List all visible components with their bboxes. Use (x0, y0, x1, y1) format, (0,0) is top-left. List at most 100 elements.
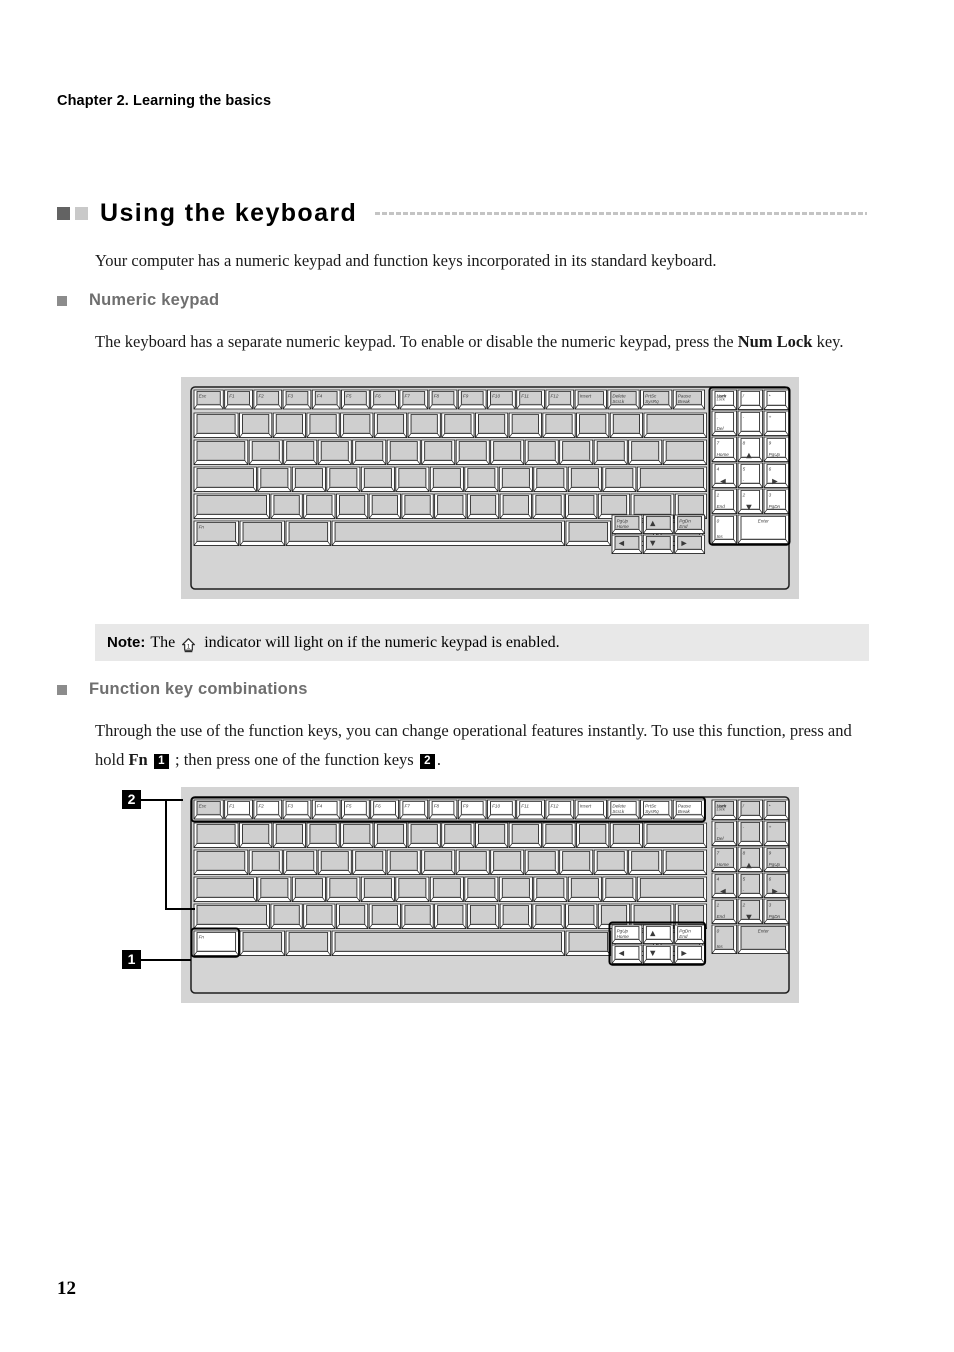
svg-text:SysRq: SysRq (645, 809, 659, 814)
note-box: Note: The 1 indicator will light on if t… (95, 624, 869, 661)
svg-text:F7: F7 (404, 803, 410, 808)
fn-bold: Fn (128, 750, 148, 769)
svg-text:F10: F10 (492, 393, 500, 398)
svg-text:F4: F4 (317, 393, 323, 398)
svg-text:.: . (717, 414, 718, 419)
svg-text:F3: F3 (288, 393, 294, 398)
note-text-before: The (150, 633, 176, 651)
svg-text:Pause: Pause (678, 803, 691, 808)
callout-label-two: 2 (122, 790, 141, 809)
svg-text:F5: F5 (346, 393, 352, 398)
svg-text:F4: F4 (317, 803, 323, 808)
title-rule-divider (375, 211, 867, 215)
page-title: Using the keyboard (100, 198, 358, 227)
svg-text:Del: Del (717, 426, 725, 431)
svg-text:8: 8 (743, 440, 746, 445)
svg-text:PrtSc: PrtSc (645, 393, 657, 398)
svg-text:.: . (717, 824, 718, 829)
intro-paragraph: Your computer has a numeric keypad and f… (95, 251, 717, 270)
svg-text:F3: F3 (288, 803, 294, 808)
callout-label-one: 1 (122, 950, 141, 969)
svg-text:1: 1 (717, 492, 720, 497)
svg-text:PgDn: PgDn (679, 928, 691, 933)
svg-text:Insert: Insert (580, 393, 592, 398)
callout-one-leader (141, 958, 191, 961)
svg-text:F1: F1 (229, 803, 235, 808)
title-square-dark-icon (57, 206, 70, 220)
svg-text:Pause: Pause (678, 393, 691, 398)
svg-text:ScrLk: ScrLk (612, 399, 624, 404)
svg-text:PgUp: PgUp (769, 862, 781, 867)
svg-text:1: 1 (717, 902, 720, 907)
svg-text:2: 2 (742, 492, 746, 497)
svg-text:Delete: Delete (612, 803, 626, 808)
svg-text:F9: F9 (463, 803, 469, 808)
svg-text:4: 4 (717, 876, 720, 881)
subheading-label: Numeric keypad (89, 291, 220, 309)
svg-text:Enter: Enter (758, 928, 769, 933)
inline-marker-one: 1 (153, 754, 169, 769)
svg-text:Delete: Delete (612, 393, 626, 398)
svg-text:Fn: Fn (199, 934, 205, 939)
svg-text:Lock: Lock (717, 807, 726, 812)
note-label: Note: (107, 634, 146, 651)
svg-text:Break: Break (678, 809, 691, 814)
svg-text:F7: F7 (404, 393, 410, 398)
svg-text:5: 5 (743, 466, 746, 471)
section-title-row: Using the keyboard (57, 196, 867, 230)
svg-text:Esc: Esc (199, 393, 207, 398)
svg-text:F2: F2 (258, 393, 264, 398)
callout-two-leader-vertical (165, 798, 167, 910)
svg-text:F2: F2 (258, 803, 264, 808)
numeric-keypad-text-2: key. (812, 332, 844, 351)
svg-text:Break: Break (678, 399, 691, 404)
page-number: 12 (57, 1278, 76, 1299)
svg-text:F11: F11 (521, 393, 529, 398)
svg-text:Home: Home (617, 934, 630, 939)
svg-text:Enter: Enter (758, 518, 769, 523)
svg-text:End: End (679, 524, 688, 529)
svg-text:0: 0 (717, 518, 720, 523)
svg-text:Esc: Esc (199, 803, 207, 808)
num-lock-bold: Num Lock (737, 332, 813, 351)
function-keys-text-2: ; then press one of the function keys (174, 750, 414, 769)
svg-text:Home: Home (617, 524, 630, 529)
svg-text:PgDn: PgDn (679, 518, 691, 523)
svg-text:End: End (717, 504, 726, 509)
svg-text:Home: Home (717, 452, 730, 457)
keyboard-svg-1: Esc F1 F2 F3 F4 F5 F6 F7 F8 F9 F10 F11 F12 Insert Dele… (190, 386, 791, 590)
svg-text:Home: Home (717, 862, 730, 867)
numeric-keypad-text-1: The keyboard has a separate numeric keyp… (95, 332, 738, 351)
keyboard-diagram-numeric-keypad: Esc F1 F2 F3 F4 F5 F6 F7 F8 F9 F10 F11 F12 Insert Dele… (181, 377, 799, 599)
svg-text:PrtSc: PrtSc (645, 803, 657, 808)
subheading-numeric-keypad: Numeric keypad (57, 291, 219, 310)
svg-text:PgDn: PgDn (769, 504, 781, 509)
svg-text:Del: Del (717, 836, 725, 841)
svg-text:PgDn: PgDn (769, 914, 781, 919)
svg-text:F5: F5 (346, 803, 352, 808)
svg-text:3: 3 (769, 902, 772, 907)
svg-text:+: + (769, 824, 772, 829)
svg-text:Ins: Ins (717, 534, 724, 539)
subhead-bullet-icon (57, 684, 67, 695)
svg-text:+: + (769, 414, 772, 419)
callout-two-leader-horizontal (141, 798, 167, 801)
svg-text:2: 2 (742, 902, 746, 907)
svg-text:F9: F9 (463, 393, 469, 398)
callout-two-leader-to-row (165, 798, 183, 801)
svg-text:8: 8 (743, 850, 746, 855)
svg-text:9: 9 (769, 850, 772, 855)
svg-text:6: 6 (769, 466, 772, 471)
svg-text:F12: F12 (551, 393, 559, 398)
svg-text:PgUp: PgUp (617, 518, 629, 523)
subhead-bullet-icon (57, 295, 67, 306)
svg-text:*: * (769, 803, 771, 808)
svg-text:Lock: Lock (717, 397, 726, 402)
svg-text:F12: F12 (551, 803, 559, 808)
svg-text:PgUp: PgUp (617, 928, 629, 933)
numeric-keypad-paragraph: The keyboard has a separate numeric keyp… (95, 327, 860, 356)
svg-text:Fn: Fn (199, 524, 205, 529)
function-keys-text-3: . (436, 750, 441, 769)
svg-text:F6: F6 (375, 803, 381, 808)
svg-text:0: 0 (717, 928, 720, 933)
